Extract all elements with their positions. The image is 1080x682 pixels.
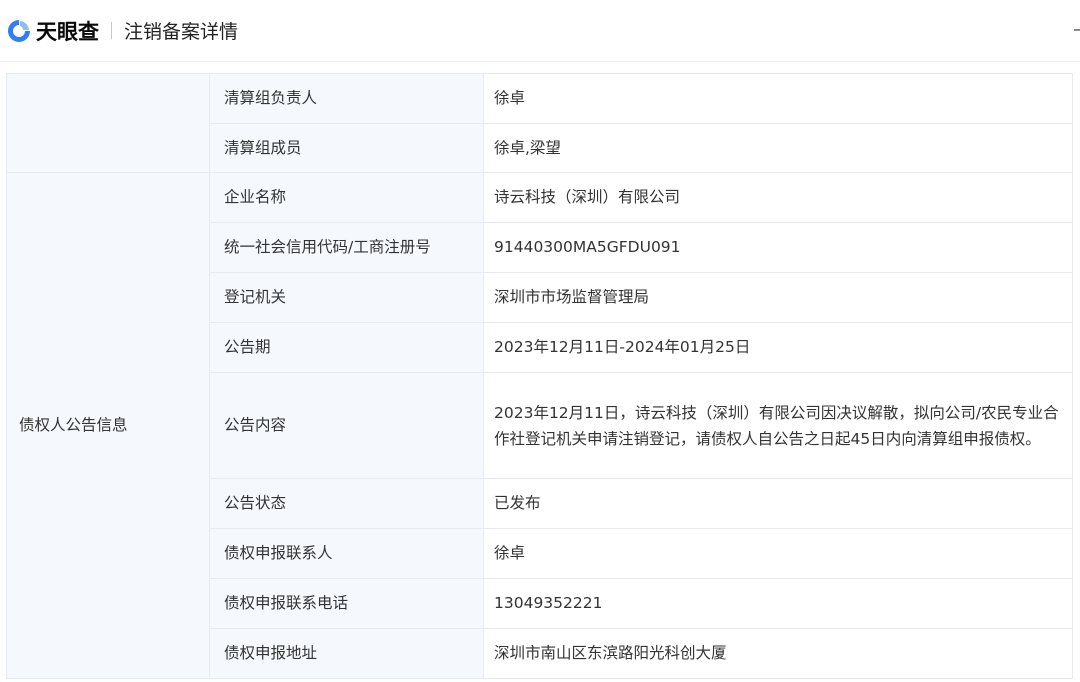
page-title: 注销备案详情 [124,21,239,43]
notice-status-value: 已发布 [483,478,1073,529]
row-label: 公告内容 [209,372,484,479]
row-label: 企业名称 [209,172,484,223]
row-value: 徐卓,梁望 [483,123,1073,173]
liquidation-group-cell [6,73,210,173]
row-label: 债权申报地址 [209,628,484,679]
row-label: 公告期 [209,322,484,373]
contact-person-value: 徐卓 [483,528,1073,579]
registration-authority-value: 深圳市市场监督管理局 [483,272,1073,323]
row-label: 清算组负责人 [209,73,484,124]
table-row: 清算组负责人 徐卓 [6,73,1073,173]
tianyancha-logo-icon [8,19,30,42]
row-label: 公告状态 [209,478,484,529]
row-label: 统一社会信用代码/工商注册号 [209,222,484,273]
row-label: 清算组成员 [209,123,484,173]
deregistration-detail-table: 清算组负责人 徐卓 清算组成员 徐卓,梁望 债权人公告信息 企业名称 诗云科技（… [6,73,1074,679]
company-name-value: 诗云科技（深圳）有限公司 [483,172,1073,223]
row-label: 债权申报联系电话 [209,578,484,629]
table-row: 债权人公告信息 企业名称 诗云科技（深圳）有限公司 [6,172,1073,679]
notice-content-value: 2023年12月11日，诗云科技（深圳）有限公司因决议解散，拟向公司/农民专业合… [483,372,1073,479]
creditor-group-title: 债权人公告信息 [6,172,210,679]
contact-phone-value: 13049352221 [483,578,1073,629]
row-label: 债权申报联系人 [209,528,484,579]
brand-logo[interactable]: 天眼查 [6,16,99,46]
claim-address-value: 深圳市南山区东滨路阳光科创大厦 [483,628,1073,679]
row-value: 徐卓 [483,73,1073,124]
close-icon[interactable]: ― [1074,20,1080,38]
credit-code-value: 91440300MA5GFDU091 [483,222,1073,273]
brand-name: 天眼查 [36,19,99,44]
notice-period-value: 2023年12月11日-2024年01月25日 [483,322,1073,373]
header-divider [111,22,112,39]
row-label: 登记机关 [209,272,484,323]
page-header: 天眼查 注销备案详情 [0,0,1080,62]
